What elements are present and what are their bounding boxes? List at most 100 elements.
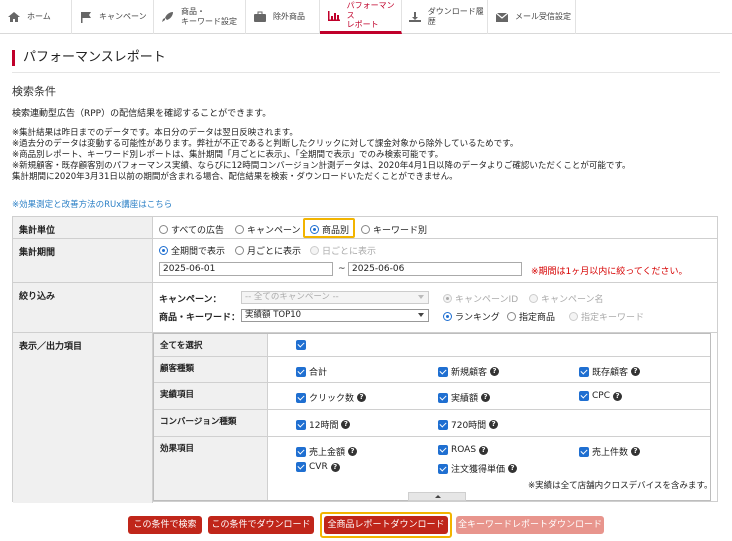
option-label: 全期間で表示 (171, 247, 226, 257)
all-keyword-report-download-button[interactable]: 全キーワードレポートダウンロード (456, 516, 604, 534)
checkbox-label: CVR (309, 462, 328, 472)
product-keyword-filter-label: 商品・キーワード： (159, 313, 241, 323)
help-icon[interactable]: ? (613, 391, 622, 401)
checkbox-total[interactable]: 合計 (296, 365, 327, 378)
period-label: 集計期間 (13, 239, 153, 282)
checkbox-checked-icon (438, 392, 448, 403)
checkbox-checked-icon (296, 446, 306, 457)
radio-unit-product[interactable]: 商品別 (310, 223, 349, 236)
period-warning: ※期間は1ヶ月以内に絞ってください。 (531, 267, 688, 277)
checkbox-cvr[interactable]: CVR? (296, 462, 340, 472)
checkbox-select-all[interactable] (296, 340, 306, 350)
nav-item-download-history[interactable]: ダウンロード履歴 (402, 0, 488, 34)
checkbox-12h[interactable]: 12時間? (296, 418, 351, 431)
checkbox-cpa[interactable]: 注文獲得単価? (438, 462, 518, 475)
rux-course-link[interactable]: ※効果測定と改善方法のRUx講座はこちら (12, 198, 172, 210)
nav-item-performance-report[interactable]: パフォーマンス レポート (320, 0, 402, 34)
checkbox-checked-icon (296, 340, 306, 350)
help-icon[interactable]: ? (631, 447, 641, 456)
checkbox-label: 720時間 (451, 421, 487, 431)
home-icon (6, 10, 22, 24)
option-label: 月ごとに表示 (247, 247, 302, 257)
radio-circle (569, 312, 578, 321)
checkbox-label: 合計 (309, 368, 328, 378)
checkbox-720h[interactable]: 720時間? (438, 418, 499, 431)
radio-unit-keyword[interactable]: キーワード別 (361, 223, 427, 236)
nav-label: キャンペーン (99, 12, 147, 22)
all-product-report-download-button[interactable]: 全商品レポートダウンロード (324, 516, 448, 534)
search-button[interactable]: この条件で検索 (128, 516, 202, 534)
nav-label: 除外商品 (273, 12, 305, 22)
help-icon[interactable]: ? (508, 464, 518, 473)
radio-unit-campaign[interactable]: キャンペーン (235, 223, 301, 236)
checkbox-label: 売上件数 (592, 448, 629, 458)
product-keyword-select[interactable]: 実績額 TOP10 (241, 309, 429, 322)
help-icon[interactable]: ? (490, 367, 500, 376)
checkbox-cpc[interactable]: CPC? (579, 391, 622, 401)
output-items-panel: 全てを選択 顧客種類 合計 新規顧客? 既存顧客? 実績項目 クリック数? 実績… (153, 333, 711, 501)
nav-item-campaign[interactable]: キャンペーン (72, 0, 154, 34)
note-line: ※商品別レポート、キーワード別レポートは、集計期間「月ごとに表示」、「全期間で表… (12, 150, 444, 160)
checkbox-clicks[interactable]: クリック数? (296, 391, 367, 404)
radio-circle (159, 246, 168, 255)
filter-label: 絞り込み (13, 283, 153, 332)
checkbox-checked-icon (296, 462, 306, 472)
radio-campaign-id[interactable]: キャンペーンID (443, 292, 518, 305)
checkbox-label: クリック数 (309, 394, 355, 404)
section-label: 検索条件 (12, 85, 56, 98)
page-description: 検索連動型広告（RPP）の配信結果を確認することができます。 (12, 109, 272, 119)
download-button[interactable]: この条件でダウンロード (208, 516, 314, 534)
help-icon[interactable]: ? (348, 447, 358, 456)
checkbox-sales-amount[interactable]: 売上金額? (296, 445, 358, 458)
checkbox-existing-customer[interactable]: 既存顧客? (579, 365, 641, 378)
help-icon[interactable]: ? (479, 445, 489, 455)
radio-ranking[interactable]: ランキング (443, 310, 500, 323)
nav-item-product-keyword[interactable]: 商品・ キーワード設定 (154, 0, 246, 34)
date-separator: ~ (338, 264, 346, 274)
end-date-input[interactable]: 2025-06-06 (348, 262, 522, 276)
output-label: 表示／出力項目 (13, 333, 153, 503)
checkbox-spend[interactable]: 実績額? (438, 391, 491, 404)
radio-unit-all[interactable]: すべての広告 (159, 223, 224, 236)
search-form: 集計単位 すべての広告 キャンペーン 商品別 キーワード別 集計期間 全期間で表… (12, 216, 718, 503)
radio-specified-product[interactable]: 指定商品 (507, 310, 555, 323)
radio-campaign-name[interactable]: キャンペーン名 (529, 292, 604, 305)
option-label: キャンペーン名 (541, 295, 604, 305)
help-icon[interactable]: ? (341, 420, 351, 429)
checkbox-checked-icon (296, 366, 306, 377)
collapse-toggle[interactable] (408, 492, 466, 501)
checkbox-checked-icon (296, 392, 306, 403)
nav-item-excluded[interactable]: 除外商品 (246, 0, 320, 34)
select-value: -- 全てのキャンペーン -- (245, 292, 339, 302)
checkbox-label: 12時間 (309, 421, 339, 431)
checkbox-new-customer[interactable]: 新規顧客? (438, 365, 500, 378)
unit-label: 集計単位 (13, 217, 153, 238)
top-nav: ホーム キャンペーン 商品・ キーワード設定 除外商品 パフォーマンス レポート… (0, 0, 732, 34)
help-icon[interactable]: ? (481, 393, 491, 402)
radio-circle (443, 294, 452, 303)
radio-period-daily[interactable]: 日ごとに表示 (310, 244, 376, 257)
help-icon[interactable]: ? (631, 367, 641, 376)
campaign-select[interactable]: -- 全てのキャンペーン -- (241, 291, 429, 304)
output-row-customer: 顧客種類 合計 新規顧客? 既存顧客? (154, 357, 710, 383)
checkbox-roas[interactable]: ROAS? (438, 445, 489, 455)
row-filter: 絞り込み キャンペーン： -- 全てのキャンペーン -- キャンペーンID キャ… (13, 283, 717, 333)
help-icon[interactable]: ? (489, 420, 499, 429)
radio-circle (235, 246, 244, 255)
row-period: 集計期間 全期間で表示 月ごとに表示 日ごとに表示 2025-06-01 ~ 2… (13, 239, 717, 283)
nav-item-mail-settings[interactable]: メール受信設定 (488, 0, 576, 34)
help-icon[interactable]: ? (357, 393, 367, 402)
chart-icon (326, 9, 342, 23)
start-date-input[interactable]: 2025-06-01 (159, 262, 333, 276)
checkbox-label: CPC (592, 391, 610, 401)
radio-period-all[interactable]: 全期間で表示 (159, 244, 225, 257)
radio-specified-keyword[interactable]: 指定キーワード (569, 310, 644, 323)
nav-item-home[interactable]: ホーム (0, 0, 72, 34)
chevron-down-icon (418, 295, 424, 299)
checkbox-sales-count[interactable]: 売上件数? (579, 445, 641, 458)
output-row-select-all: 全てを選択 (154, 334, 710, 357)
checkbox-label: ROAS (451, 445, 477, 455)
help-icon[interactable]: ? (330, 462, 340, 472)
option-label: 指定キーワード (581, 313, 645, 323)
radio-period-monthly[interactable]: 月ごとに表示 (235, 244, 301, 257)
